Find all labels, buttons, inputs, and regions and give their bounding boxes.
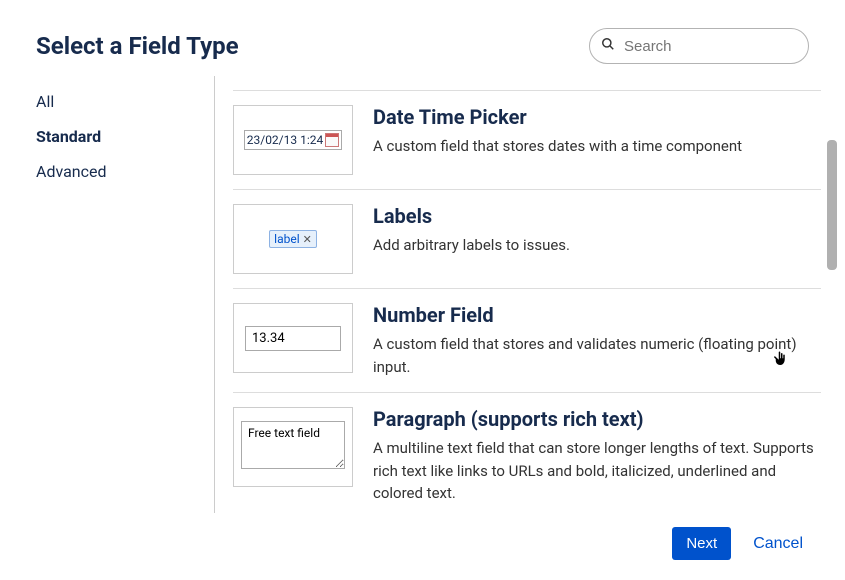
field-preview: 23/02/13 1:24 (233, 105, 353, 175)
field-row-datetime[interactable]: 23/02/13 1:24 Date Time Picker A custom … (233, 90, 821, 190)
scrollbar-thumb[interactable] (827, 140, 837, 270)
number-preview (245, 326, 341, 351)
field-preview (233, 303, 353, 373)
field-row-labels[interactable]: label ✕ Labels Add arbitrary labels to i… (233, 190, 821, 289)
paragraph-preview (241, 421, 345, 473)
field-preview (233, 407, 353, 487)
field-title: Date Time Picker (373, 105, 821, 129)
search-wrap (589, 28, 809, 64)
select-field-type-dialog: Select a Field Type All Standard Advance… (0, 0, 845, 580)
sidebar-item-all[interactable]: All (20, 84, 214, 119)
field-row-paragraph[interactable]: Paragraph (supports rich text) A multili… (233, 393, 821, 513)
sidebar-item-standard[interactable]: Standard (20, 119, 214, 154)
field-text: Paragraph (supports rich text) A multili… (373, 407, 821, 505)
field-text: Date Time Picker A custom field that sto… (373, 105, 821, 175)
field-list[interactable]: 23/02/13 1:24 Date Time Picker A custom … (215, 76, 845, 513)
field-description: A multiline text field that can store lo… (373, 437, 821, 505)
cancel-button[interactable]: Cancel (753, 535, 803, 553)
label-chip: label ✕ (269, 230, 317, 248)
label-text: label (274, 232, 299, 246)
field-description: A custom field that stores dates with a … (373, 135, 821, 158)
paragraph-textarea-preview (241, 421, 345, 469)
dialog-title: Select a Field Type (36, 32, 239, 60)
field-title: Labels (373, 204, 821, 228)
field-text: Number Field A custom field that stores … (373, 303, 821, 378)
field-title: Number Field (373, 303, 821, 327)
sidebar-item-advanced[interactable]: Advanced (20, 154, 214, 189)
close-icon: ✕ (303, 233, 312, 246)
calendar-icon (325, 133, 339, 147)
dialog-body: All Standard Advanced 23/02/13 1:24 Date… (0, 76, 845, 513)
datetime-value: 23/02/13 1:24 (247, 133, 323, 147)
next-button[interactable]: Next (672, 527, 731, 560)
field-description: A custom field that stores and validates… (373, 333, 821, 378)
field-title: Paragraph (supports rich text) (373, 407, 821, 431)
dialog-header: Select a Field Type (0, 0, 845, 76)
field-description: Add arbitrary labels to issues. (373, 234, 821, 257)
search-input[interactable] (589, 28, 809, 64)
datetime-preview: 23/02/13 1:24 (244, 130, 342, 150)
field-row-number[interactable]: Number Field A custom field that stores … (233, 289, 821, 393)
number-input-preview (245, 326, 341, 351)
field-text: Labels Add arbitrary labels to issues. (373, 204, 821, 274)
sidebar: All Standard Advanced (20, 76, 215, 513)
dialog-footer: Next Cancel (0, 513, 845, 580)
field-preview: label ✕ (233, 204, 353, 274)
